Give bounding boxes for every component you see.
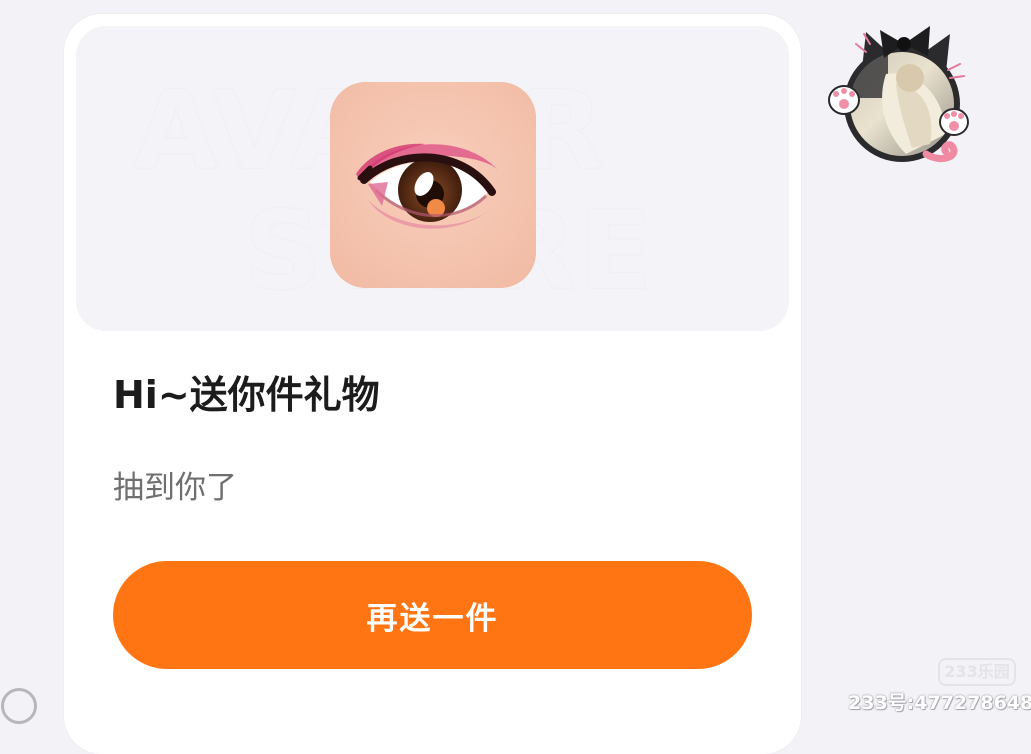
gift-message-card[interactable]: AVATAR STORE [64, 14, 801, 754]
gift-banner: AVATAR STORE [76, 26, 789, 331]
status-circle-icon [1, 688, 37, 724]
app-watermark-id: 233号:477278648 [848, 692, 1031, 714]
app-watermark-logo: 233乐园 [938, 658, 1016, 686]
cat-frame-avatar-icon [828, 26, 969, 162]
gift-subtitle: 抽到你了 [113, 470, 237, 506]
eye-makeup-icon [330, 82, 536, 288]
sender-avatar[interactable] [826, 14, 972, 170]
gift-item-thumbnail[interactable] [330, 82, 536, 288]
gift-title: Hi~送你件礼物 [113, 373, 380, 417]
send-again-button[interactable]: 再送一件 [113, 561, 752, 669]
